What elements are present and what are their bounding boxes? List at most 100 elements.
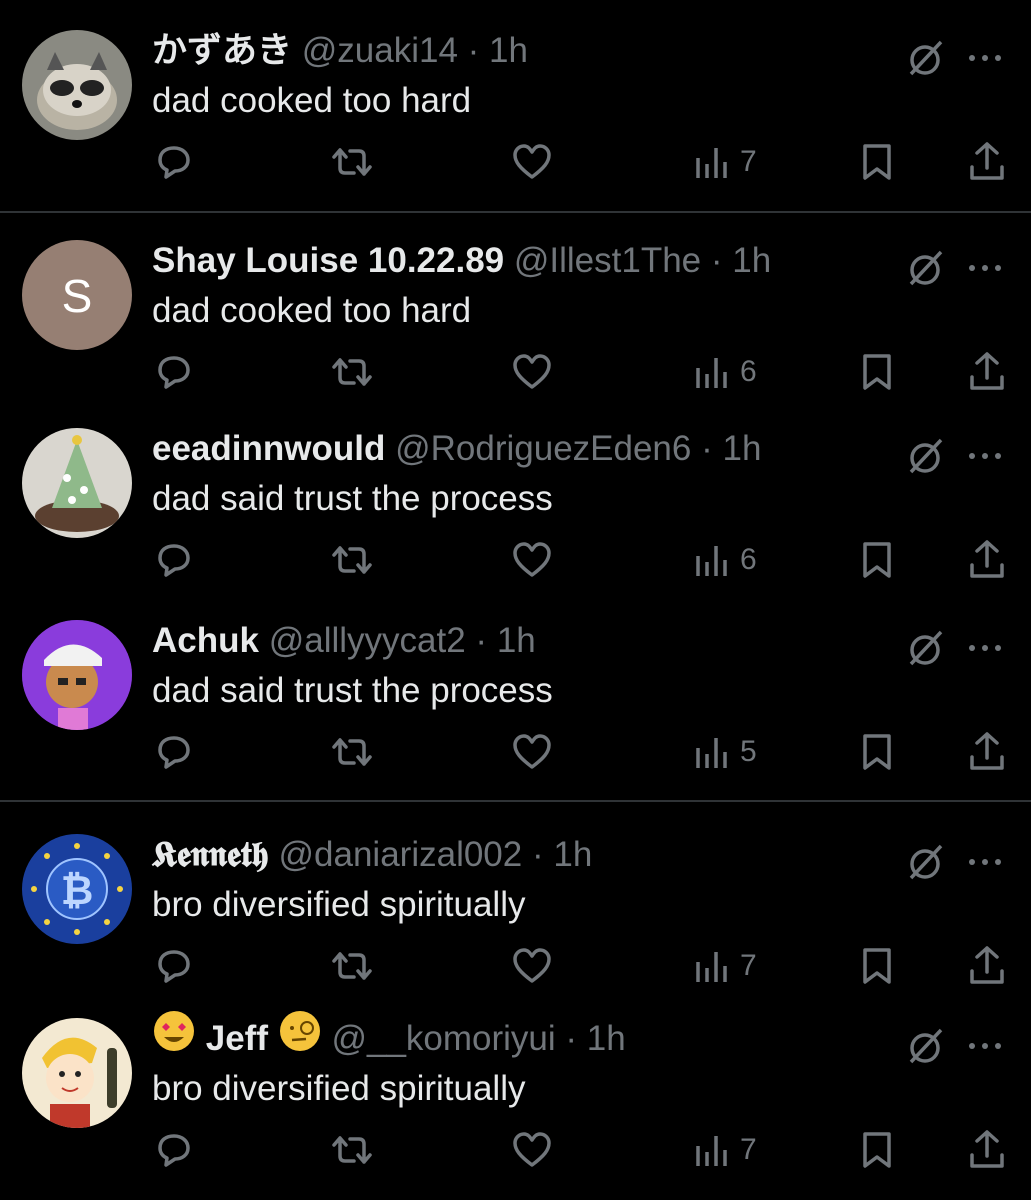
bookmark-button[interactable] bbox=[855, 538, 899, 582]
handle[interactable]: @daniarizal002 bbox=[279, 835, 523, 874]
views-count: 6 bbox=[740, 543, 757, 576]
tweet-text: dad said trust the process bbox=[152, 479, 553, 518]
views-button[interactable] bbox=[690, 538, 734, 582]
handle[interactable]: @__komoriyui bbox=[331, 1019, 555, 1058]
timestamp[interactable]: 1h bbox=[553, 835, 592, 874]
like-button[interactable] bbox=[510, 730, 554, 774]
share-button[interactable] bbox=[965, 140, 1009, 184]
like-button[interactable] bbox=[510, 944, 554, 988]
grok-icon[interactable] bbox=[905, 436, 945, 476]
reply-button[interactable] bbox=[152, 944, 196, 988]
more-icon[interactable] bbox=[960, 436, 1010, 476]
action-bar: 6 bbox=[0, 538, 1031, 598]
reply-button[interactable] bbox=[152, 140, 196, 184]
handle[interactable]: @zuaki14 bbox=[302, 31, 458, 70]
views-button[interactable] bbox=[690, 140, 734, 184]
separator: · bbox=[710, 241, 723, 280]
reply-button[interactable] bbox=[152, 538, 196, 582]
retweet-button[interactable] bbox=[330, 730, 374, 774]
more-icon[interactable] bbox=[960, 628, 1010, 668]
bookmark-button[interactable] bbox=[855, 944, 899, 988]
reply-tweet[interactable]: ₿ 𝕶𝖊𝖓𝖓𝖊𝖙𝖍 @daniarizal002 · 1h bro divers… bbox=[0, 834, 1031, 1004]
timestamp[interactable]: 1h bbox=[497, 621, 536, 660]
display-name[interactable]: 𝕶𝖊𝖓𝖓𝖊𝖙𝖍 bbox=[152, 835, 269, 874]
reply-button[interactable] bbox=[152, 350, 196, 394]
more-icon[interactable] bbox=[960, 1026, 1010, 1066]
retweet-button[interactable] bbox=[330, 350, 374, 394]
timestamp[interactable]: 1h bbox=[732, 241, 771, 280]
more-icon[interactable] bbox=[960, 38, 1010, 78]
views-button[interactable] bbox=[690, 944, 734, 988]
like-icon bbox=[513, 354, 551, 389]
divider bbox=[0, 800, 1031, 802]
timestamp[interactable]: 1h bbox=[723, 429, 762, 468]
grok-icon[interactable] bbox=[905, 38, 945, 78]
reply-button[interactable] bbox=[152, 1128, 196, 1172]
avatar[interactable]: S bbox=[22, 240, 132, 350]
like-button[interactable] bbox=[510, 350, 554, 394]
grok-icon[interactable] bbox=[905, 1026, 945, 1066]
bookmark-button[interactable] bbox=[855, 140, 899, 184]
share-button[interactable] bbox=[965, 944, 1009, 988]
separator: · bbox=[565, 1019, 578, 1058]
reply-icon bbox=[158, 356, 190, 389]
bookmark-button[interactable] bbox=[855, 1128, 899, 1172]
timestamp[interactable]: 1h bbox=[587, 1019, 626, 1058]
like-icon bbox=[513, 542, 551, 577]
avatar[interactable] bbox=[22, 1018, 132, 1128]
share-button[interactable] bbox=[965, 1128, 1009, 1172]
tweet-text: bro diversified spiritually bbox=[152, 885, 526, 924]
bookmark-icon bbox=[863, 542, 891, 578]
views-button[interactable] bbox=[690, 350, 734, 394]
reply-button[interactable] bbox=[152, 730, 196, 774]
like-button[interactable] bbox=[510, 140, 554, 184]
share-icon bbox=[970, 540, 1004, 578]
display-name[interactable]: Achuk bbox=[152, 621, 259, 660]
reply-tweet[interactable]: かずあき @zuaki14 · 1h dad cooked too hard 7 bbox=[0, 30, 1031, 200]
reply-tweet[interactable]: Achuk @alllyyycat2 · 1h dad said trust t… bbox=[0, 620, 1031, 790]
grok-icon[interactable] bbox=[905, 842, 945, 882]
reply-tweet[interactable]: eeadinnwould @RodriguezEden6 · 1h dad sa… bbox=[0, 428, 1031, 598]
like-button[interactable] bbox=[510, 1128, 554, 1172]
share-button[interactable] bbox=[965, 730, 1009, 774]
display-name[interactable]: かずあき bbox=[152, 31, 292, 70]
share-button[interactable] bbox=[965, 538, 1009, 582]
views-count: 7 bbox=[740, 1133, 757, 1166]
grok-icon[interactable] bbox=[905, 628, 945, 668]
display-name[interactable]: Shay Louise 10.22.89 bbox=[152, 241, 504, 280]
bookmark-button[interactable] bbox=[855, 350, 899, 394]
retweet-button[interactable] bbox=[330, 140, 374, 184]
reply-tweet[interactable]: S Shay Louise 10.22.89 @Illest1The · 1h … bbox=[0, 240, 1031, 410]
handle[interactable]: @RodriguezEden6 bbox=[395, 429, 691, 468]
grok-icon[interactable] bbox=[905, 248, 945, 288]
views-icon bbox=[696, 148, 727, 178]
share-icon bbox=[970, 142, 1004, 180]
avatar[interactable]: ₿ bbox=[22, 834, 132, 944]
handle[interactable]: @alllyyycat2 bbox=[269, 621, 466, 660]
share-button[interactable] bbox=[965, 350, 1009, 394]
views-button[interactable] bbox=[690, 1128, 734, 1172]
retweet-button[interactable] bbox=[330, 944, 374, 988]
retweet-icon bbox=[332, 738, 372, 766]
display-name[interactable]: Jeff bbox=[206, 1019, 268, 1058]
avatar[interactable] bbox=[22, 428, 132, 538]
reply-icon bbox=[158, 736, 190, 769]
retweet-button[interactable] bbox=[330, 1128, 374, 1172]
action-bar: 6 bbox=[0, 350, 1031, 410]
more-icon[interactable] bbox=[960, 248, 1010, 288]
share-icon bbox=[970, 732, 1004, 770]
avatar[interactable] bbox=[22, 620, 132, 730]
like-button[interactable] bbox=[510, 538, 554, 582]
reply-tweet[interactable]: Jeff @__komoriyui · 1h bro diversified s… bbox=[0, 1010, 1031, 1188]
bookmark-button[interactable] bbox=[855, 730, 899, 774]
display-name[interactable]: eeadinnwould bbox=[152, 429, 385, 468]
tweet-header: eeadinnwould @RodriguezEden6 · 1h bbox=[152, 424, 761, 474]
like-icon bbox=[513, 144, 551, 179]
timestamp[interactable]: 1h bbox=[489, 31, 528, 70]
bookmark-icon bbox=[863, 948, 891, 984]
retweet-button[interactable] bbox=[330, 538, 374, 582]
handle[interactable]: @Illest1The bbox=[514, 241, 701, 280]
more-icon[interactable] bbox=[960, 842, 1010, 882]
avatar[interactable] bbox=[22, 30, 132, 140]
views-button[interactable] bbox=[690, 730, 734, 774]
